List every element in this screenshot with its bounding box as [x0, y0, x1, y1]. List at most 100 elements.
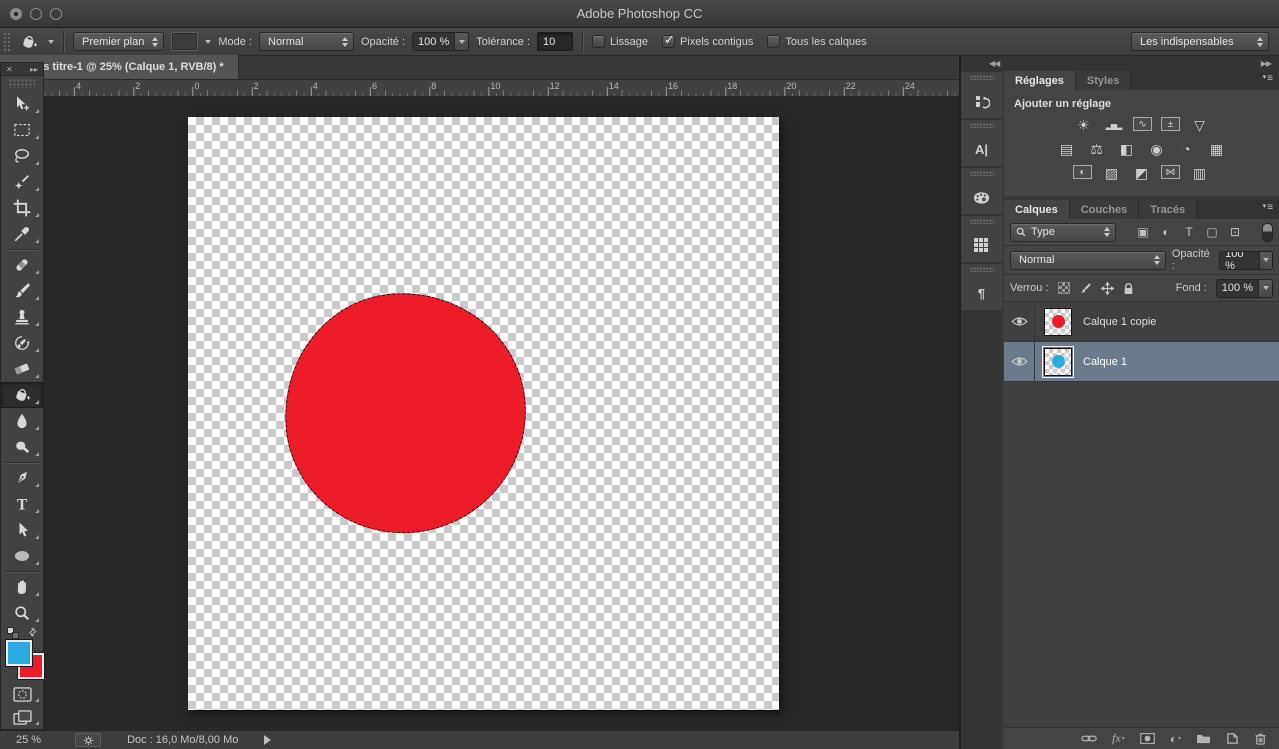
- panel-icon-character[interactable]: A|: [961, 120, 1002, 166]
- clone-stamp-tool[interactable]: [1, 304, 43, 330]
- checkbox-icon[interactable]: [767, 35, 780, 48]
- filter-shape-layers-icon[interactable]: ▢: [1205, 225, 1220, 239]
- filter-adjustment-layers-icon[interactable]: ◐: [1159, 225, 1174, 239]
- selected-shape[interactable]: [277, 285, 534, 541]
- lock-position-icon[interactable]: [1101, 282, 1114, 295]
- selective-color-adjustment-icon[interactable]: ▥: [1189, 165, 1210, 181]
- color-icon[interactable]: [973, 181, 990, 214]
- layer-thumbnail[interactable]: [1044, 348, 1072, 376]
- dodge-tool[interactable]: [1, 434, 43, 460]
- crop-tool[interactable]: [1, 195, 43, 221]
- checkbox-icon[interactable]: [592, 35, 605, 48]
- pattern-caret-icon[interactable]: [205, 40, 211, 44]
- paragraph-icon[interactable]: ¶: [978, 277, 985, 310]
- threshold-adjustment-icon[interactable]: ◩: [1131, 165, 1152, 181]
- foreground-color-swatch[interactable]: [6, 640, 32, 666]
- history-brush-tool[interactable]: [1, 330, 43, 356]
- channel-mixer-adjustment-icon[interactable]: ◔: [1176, 141, 1197, 157]
- layer-style-button[interactable]: fx▾: [1112, 731, 1125, 746]
- quick-mask-button[interactable]: [1, 683, 43, 706]
- checkbox-icon[interactable]: [662, 35, 675, 48]
- checkbox-lissage[interactable]: Lissage: [592, 35, 648, 48]
- new-layer-button[interactable]: [1226, 732, 1239, 745]
- blend-mode-dropdown[interactable]: Normal: [1010, 251, 1166, 270]
- black-white-adjustment-icon[interactable]: ◧: [1116, 141, 1137, 157]
- layers-menu-icon[interactable]: ≡: [1263, 202, 1273, 213]
- move-tool[interactable]: [1, 91, 43, 117]
- canvas-document[interactable]: [188, 117, 779, 710]
- pattern-swatch[interactable]: [171, 32, 198, 51]
- fill-source-dropdown[interactable]: Premier plan: [73, 32, 164, 51]
- tab-tracés[interactable]: Tracés: [1139, 200, 1197, 219]
- lock-all-icon[interactable]: [1123, 282, 1134, 295]
- paint-bucket-tool[interactable]: [1, 382, 43, 408]
- layer-name[interactable]: Calque 1 copie: [1083, 316, 1156, 328]
- checkbox-pixels-contigus[interactable]: Pixels contigus: [662, 35, 753, 48]
- curves-adjustment-icon[interactable]: ∿: [1133, 117, 1152, 131]
- tolerance-input[interactable]: 10: [537, 32, 573, 51]
- ellipse-tool[interactable]: [1, 543, 43, 569]
- exposure-adjustment-icon[interactable]: ±: [1161, 117, 1180, 131]
- mode-dropdown[interactable]: Normal: [259, 32, 354, 51]
- layer-row[interactable]: Calque 1 copie: [1004, 302, 1279, 342]
- filter-type-layers-icon[interactable]: T: [1182, 225, 1197, 239]
- screen-mode-button[interactable]: [1, 706, 43, 729]
- layer-row[interactable]: Calque 1: [1004, 342, 1279, 382]
- checkbox-tous-les-calques[interactable]: Tous les calques: [767, 35, 866, 48]
- gradient-map-adjustment-icon[interactable]: ⋈: [1161, 165, 1180, 179]
- color-lookup-adjustment-icon[interactable]: ▦: [1206, 141, 1227, 157]
- workspace-dropdown[interactable]: Les indispensables: [1131, 32, 1269, 51]
- adjustments-menu-icon[interactable]: ≡: [1263, 73, 1273, 84]
- collapse-panels-icon[interactable]: ▶▶: [1261, 59, 1271, 68]
- opacity-caret-icon[interactable]: [454, 33, 468, 50]
- brightness-contrast-adjustment-icon[interactable]: ☀: [1073, 117, 1094, 133]
- tab-couches[interactable]: Couches: [1070, 200, 1139, 219]
- new-adjustment-button[interactable]: ◐▾: [1170, 732, 1181, 746]
- color-balance-adjustment-icon[interactable]: ⚖: [1086, 141, 1107, 157]
- healing-brush-tool[interactable]: [1, 252, 43, 278]
- tab-calques[interactable]: Calques: [1004, 200, 1070, 219]
- zoom-tool[interactable]: [1, 600, 43, 626]
- layer-name[interactable]: Calque 1: [1083, 356, 1127, 368]
- layer-visibility-eye-icon[interactable]: [1004, 342, 1035, 381]
- filter-smart-objects-icon[interactable]: ⊡: [1228, 225, 1243, 239]
- add-mask-button[interactable]: [1140, 733, 1155, 744]
- tool-preset-caret-icon[interactable]: [48, 40, 54, 44]
- swatches-icon[interactable]: [974, 229, 989, 262]
- lasso-tool[interactable]: [1, 143, 43, 169]
- photo-filter-adjustment-icon[interactable]: ◉: [1146, 141, 1167, 157]
- eyedropper-tool[interactable]: [1, 221, 43, 247]
- toolbar-close-icon[interactable]: ✕: [6, 65, 13, 74]
- canvas-viewport[interactable]: [0, 97, 959, 730]
- levels-adjustment-icon[interactable]: ▂▅▂: [1103, 117, 1124, 133]
- status-options-arrow-icon[interactable]: [264, 735, 271, 745]
- filter-pixel-layers-icon[interactable]: ▣: [1136, 225, 1151, 239]
- toolbar-expand-icon[interactable]: ▸▸: [30, 65, 38, 74]
- lock-transparency-icon[interactable]: [1058, 282, 1070, 294]
- panel-icon-paragraph[interactable]: ¶: [961, 264, 1002, 310]
- collapse-strip-icon[interactable]: ◀◀: [989, 59, 999, 68]
- filter-toggle-switch[interactable]: [1262, 223, 1273, 242]
- pen-tool[interactable]: [1, 465, 43, 491]
- opacity-dropdown[interactable]: 100 %: [412, 32, 469, 51]
- vibrance-adjustment-icon[interactable]: ▽: [1189, 117, 1210, 133]
- link-layers-button[interactable]: [1081, 734, 1097, 743]
- marquee-tool[interactable]: [1, 117, 43, 143]
- layer-opacity-dropdown[interactable]: 100 %: [1219, 251, 1273, 270]
- panel-icon-history[interactable]: [961, 72, 1002, 118]
- panel-icon-color[interactable]: [961, 168, 1002, 214]
- delete-layer-button[interactable]: [1254, 732, 1267, 745]
- hand-tool[interactable]: [1, 574, 43, 600]
- hue-saturation-adjustment-icon[interactable]: ▤: [1056, 141, 1077, 157]
- swap-colors-icon[interactable]: ⇄: [26, 626, 40, 640]
- type-tool[interactable]: T: [1, 491, 43, 517]
- eraser-tool[interactable]: [1, 356, 43, 382]
- magic-wand-tool[interactable]: [1, 169, 43, 195]
- history-icon[interactable]: [974, 85, 990, 118]
- layer-visibility-eye-icon[interactable]: [1004, 302, 1035, 341]
- blur-tool[interactable]: [1, 408, 43, 434]
- tab-styles[interactable]: Styles: [1076, 71, 1131, 90]
- character-icon[interactable]: A|: [975, 133, 988, 166]
- default-colors-icon[interactable]: [7, 627, 19, 639]
- filter-type-dropdown[interactable]: Type: [1010, 223, 1116, 242]
